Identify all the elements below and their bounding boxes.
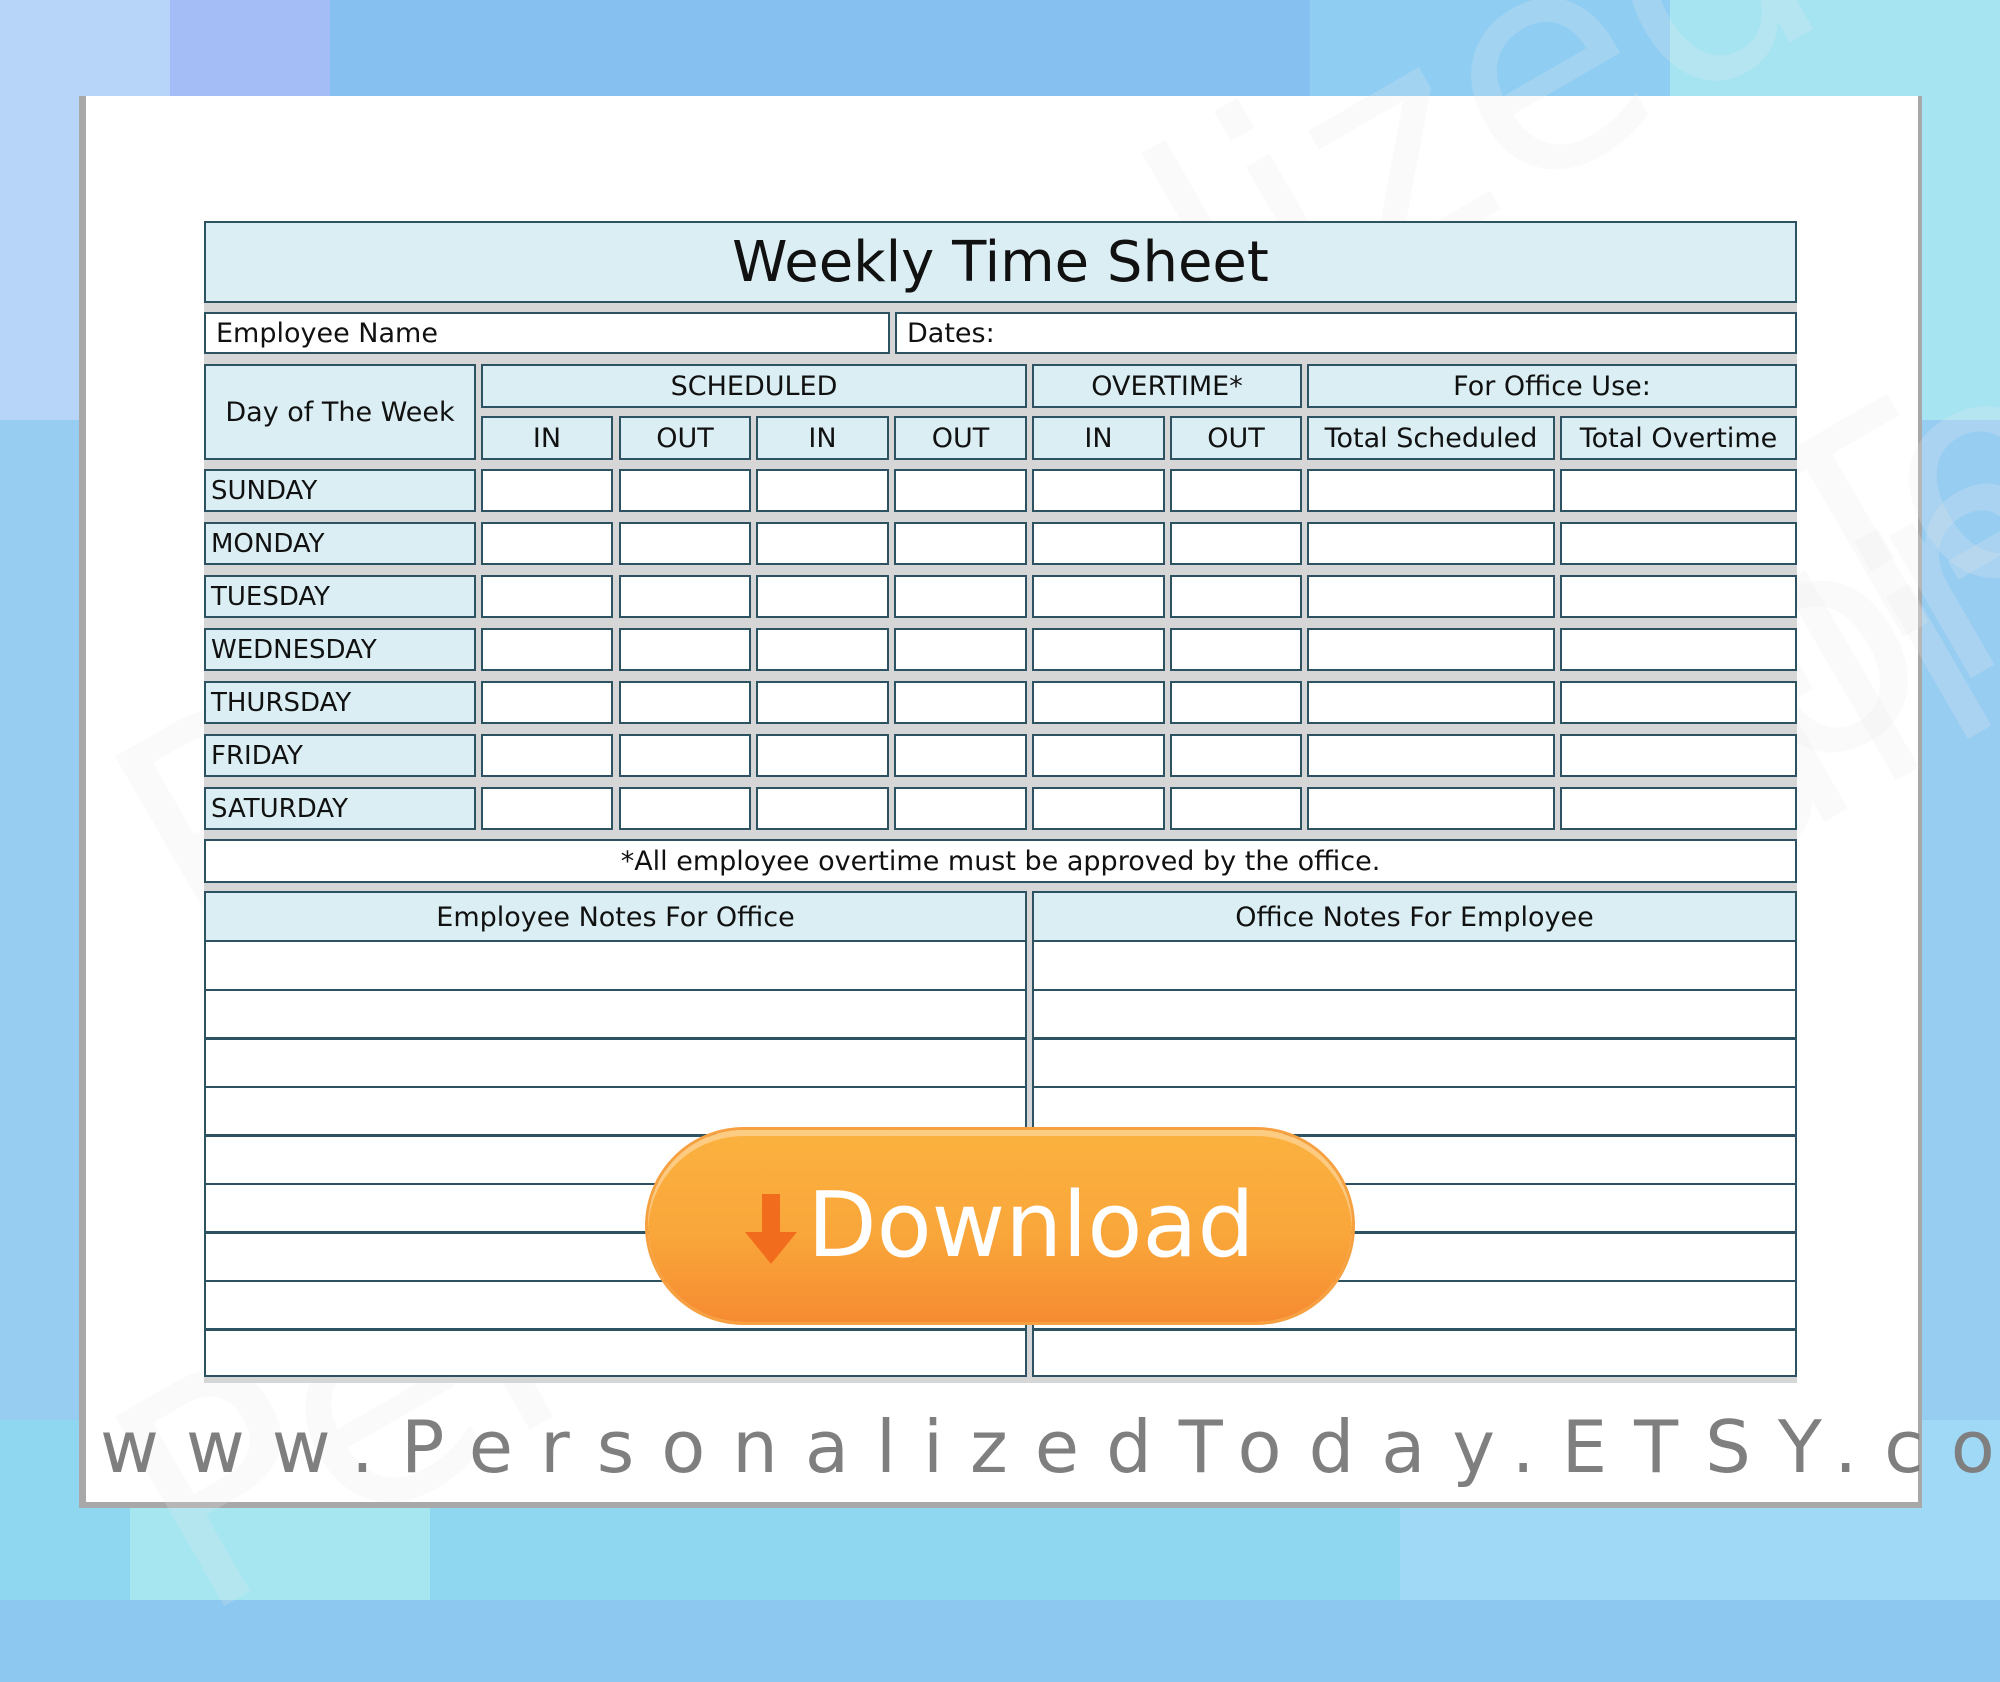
time-entry-cell[interactable] bbox=[1170, 522, 1302, 565]
time-entry-cell[interactable] bbox=[756, 681, 889, 724]
column-header: IN bbox=[756, 416, 889, 460]
notes-line bbox=[206, 1037, 1025, 1040]
notes-line bbox=[1034, 1085, 1795, 1088]
column-header: IN bbox=[1032, 416, 1165, 460]
time-entry-cell[interactable] bbox=[1032, 787, 1165, 830]
employee-name-field[interactable]: Employee Name bbox=[204, 312, 890, 354]
notes-line bbox=[1034, 1328, 1795, 1331]
time-entry-cell[interactable] bbox=[1560, 575, 1797, 618]
time-entry-cell[interactable] bbox=[756, 734, 889, 777]
time-entry-cell[interactable] bbox=[1032, 734, 1165, 777]
time-entry-cell[interactable] bbox=[1170, 681, 1302, 724]
time-entry-cell[interactable] bbox=[1307, 681, 1555, 724]
time-entry-cell[interactable] bbox=[481, 681, 613, 724]
time-entry-cell[interactable] bbox=[481, 628, 613, 671]
time-entry-cell[interactable] bbox=[894, 628, 1027, 671]
time-entry-cell[interactable] bbox=[1560, 681, 1797, 724]
column-header: OUT bbox=[894, 416, 1027, 460]
column-header: OUT bbox=[1170, 416, 1302, 460]
time-entry-cell[interactable] bbox=[1032, 681, 1165, 724]
time-entry-cell[interactable] bbox=[619, 469, 751, 512]
column-header: Total Overtime bbox=[1560, 416, 1797, 460]
day-of-week-header: Day of The Week bbox=[204, 364, 476, 460]
column-header: OUT bbox=[619, 416, 751, 460]
notes-line bbox=[1034, 988, 1795, 991]
time-entry-cell[interactable] bbox=[894, 575, 1027, 618]
time-entry-cell[interactable] bbox=[619, 628, 751, 671]
time-entry-cell[interactable] bbox=[1170, 469, 1302, 512]
time-entry-cell[interactable] bbox=[756, 575, 889, 618]
time-entry-cell[interactable] bbox=[1560, 469, 1797, 512]
time-entry-cell[interactable] bbox=[1170, 787, 1302, 830]
time-entry-cell[interactable] bbox=[1307, 575, 1555, 618]
download-button[interactable]: Download bbox=[648, 1130, 1352, 1322]
day-label: FRIDAY bbox=[204, 734, 476, 777]
time-entry-cell[interactable] bbox=[1170, 628, 1302, 671]
footer-url: www.PersonalizedToday.ETSY.com bbox=[100, 1405, 2000, 1489]
office-notes-header: Office Notes For Employee bbox=[1032, 891, 1797, 943]
day-label: MONDAY bbox=[204, 522, 476, 565]
time-entry-cell[interactable] bbox=[481, 787, 613, 830]
time-entry-cell[interactable] bbox=[1307, 734, 1555, 777]
dates-field[interactable]: Dates: bbox=[895, 312, 1797, 354]
time-entry-cell[interactable] bbox=[619, 787, 751, 830]
notes-line bbox=[206, 988, 1025, 991]
time-entry-cell[interactable] bbox=[1307, 469, 1555, 512]
download-arrow-icon bbox=[745, 1194, 798, 1264]
time-entry-cell[interactable] bbox=[481, 734, 613, 777]
time-entry-cell[interactable] bbox=[481, 522, 613, 565]
time-entry-cell[interactable] bbox=[1032, 522, 1165, 565]
time-entry-cell[interactable] bbox=[1560, 628, 1797, 671]
time-entry-cell[interactable] bbox=[894, 681, 1027, 724]
time-entry-cell[interactable] bbox=[894, 469, 1027, 512]
time-entry-cell[interactable] bbox=[619, 681, 751, 724]
time-entry-cell[interactable] bbox=[619, 734, 751, 777]
time-entry-cell[interactable] bbox=[1307, 522, 1555, 565]
day-label: SUNDAY bbox=[204, 469, 476, 512]
time-entry-cell[interactable] bbox=[894, 787, 1027, 830]
employee-notes-header: Employee Notes For Office bbox=[204, 891, 1027, 943]
overtime-group-header: OVERTIME* bbox=[1032, 364, 1302, 408]
time-entry-cell[interactable] bbox=[619, 575, 751, 618]
time-entry-cell[interactable] bbox=[481, 575, 613, 618]
scheduled-group-header: SCHEDULED bbox=[481, 364, 1027, 408]
day-label: TUESDAY bbox=[204, 575, 476, 618]
time-entry-cell[interactable] bbox=[1032, 628, 1165, 671]
time-entry-cell[interactable] bbox=[1032, 469, 1165, 512]
time-entry-cell[interactable] bbox=[1170, 734, 1302, 777]
day-label: SATURDAY bbox=[204, 787, 476, 830]
time-entry-cell[interactable] bbox=[619, 522, 751, 565]
time-entry-cell[interactable] bbox=[756, 469, 889, 512]
time-entry-cell[interactable] bbox=[756, 628, 889, 671]
time-entry-cell[interactable] bbox=[894, 522, 1027, 565]
notes-line bbox=[206, 1085, 1025, 1088]
time-entry-cell[interactable] bbox=[756, 787, 889, 830]
download-label: Download bbox=[807, 1173, 1255, 1278]
notes-line bbox=[1034, 1037, 1795, 1040]
time-entry-cell[interactable] bbox=[1032, 575, 1165, 618]
time-entry-cell[interactable] bbox=[894, 734, 1027, 777]
time-entry-cell[interactable] bbox=[1307, 628, 1555, 671]
sheet-title: Weekly Time Sheet bbox=[204, 221, 1797, 303]
column-header: IN bbox=[481, 416, 613, 460]
overtime-footnote: *All employee overtime must be approved … bbox=[204, 839, 1797, 883]
time-entry-cell[interactable] bbox=[756, 522, 889, 565]
time-entry-cell[interactable] bbox=[1560, 522, 1797, 565]
column-header: Total Scheduled bbox=[1307, 416, 1555, 460]
time-entry-cell[interactable] bbox=[1560, 734, 1797, 777]
time-entry-cell[interactable] bbox=[481, 469, 613, 512]
time-entry-cell[interactable] bbox=[1560, 787, 1797, 830]
office-use-group-header: For Office Use: bbox=[1307, 364, 1797, 408]
time-entry-cell[interactable] bbox=[1307, 787, 1555, 830]
time-entry-cell[interactable] bbox=[1170, 575, 1302, 618]
notes-line bbox=[206, 1328, 1025, 1331]
day-label: THURSDAY bbox=[204, 681, 476, 724]
day-label: WEDNESDAY bbox=[204, 628, 476, 671]
